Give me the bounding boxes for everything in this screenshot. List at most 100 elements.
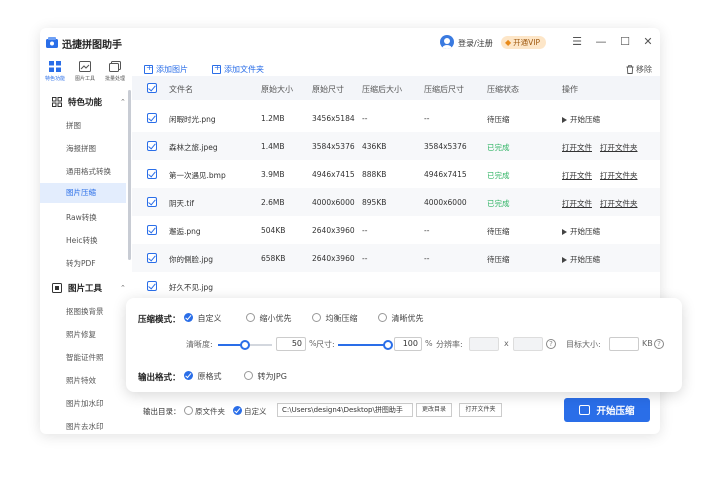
select-all-checkbox[interactable] (147, 83, 157, 93)
table-row[interactable]: 第一次遇见.bmp 3.9MB 4946x7415 888KB 4946x741… (132, 160, 660, 188)
open-folder-link[interactable]: 打开文件夹 (600, 142, 638, 153)
resolution-width-input[interactable] (469, 337, 499, 351)
original-dim: 2640x3960 (312, 226, 355, 235)
title-bar: 迅捷拼图助手 登录/注册 ◆ 开通VIP ☰ — ☐ ✕ (40, 28, 660, 58)
help-icon[interactable]: ? (654, 339, 664, 349)
play-icon (562, 257, 567, 263)
row-checkbox[interactable] (147, 197, 157, 207)
start-compress-button[interactable]: 开始压缩 (564, 398, 650, 422)
mode-custom[interactable]: 自定义 (184, 313, 222, 324)
open-file-link[interactable]: 打开文件 (562, 198, 592, 209)
maximize-icon[interactable]: ☐ (618, 34, 632, 50)
sidebar-item-raw[interactable]: Raw转换 (66, 212, 97, 223)
mode-clarity-first[interactable]: 清晰优先 (378, 313, 424, 324)
open-folder-button[interactable]: 打开文件夹 (459, 403, 502, 417)
image-tool-icon (79, 61, 91, 72)
open-file-link[interactable]: 打开文件 (562, 142, 592, 153)
menu-icon[interactable]: ☰ (570, 34, 584, 50)
row-checkbox[interactable] (147, 253, 157, 263)
option-label: 原文件夹 (195, 407, 225, 416)
play-icon (562, 229, 567, 235)
open-folder-link[interactable]: 打开文件夹 (600, 198, 638, 209)
sidebar-item-effects[interactable]: 照片特效 (66, 375, 96, 386)
login-link[interactable]: 登录/注册 (458, 38, 493, 49)
status: 待压缩 (487, 115, 510, 124)
row-checkbox[interactable] (147, 225, 157, 235)
sidebar-item-collage[interactable]: 拼图 (66, 120, 81, 131)
clarity-input[interactable]: 50 (276, 337, 306, 351)
topnav-image-tools[interactable]: 图片工具 (70, 58, 100, 88)
custom-folder-option[interactable]: 自定义 (233, 406, 267, 417)
table-row[interactable]: 阴天.tif 2.6MB 4000x6000 895KB 4000x6000 已… (132, 188, 660, 216)
original-size: 2.6MB (261, 198, 285, 207)
compressed-size: 895KB (362, 198, 387, 207)
sidebar-item-cutout[interactable]: 抠图换背景 (66, 306, 104, 317)
status: 已完成 (487, 171, 510, 180)
sidebar-scrollbar[interactable] (128, 90, 131, 260)
size-input[interactable]: 100 (394, 337, 422, 351)
user-avatar-icon[interactable] (440, 35, 454, 49)
resolution-height-input[interactable] (513, 337, 543, 351)
table-row[interactable]: 森林之旅.jpeg 1.4MB 3584x5376 436KB 3584x537… (132, 132, 660, 160)
minimize-icon[interactable]: — (594, 34, 608, 50)
mode-small-first[interactable]: 缩小优先 (246, 313, 292, 324)
output-path-input[interactable]: C:\Users\design4\Desktop\拼图助手 (277, 403, 413, 417)
add-image-button[interactable]: 添加图片 (144, 63, 188, 75)
original-dim: 4946x7415 (312, 170, 355, 179)
output-dir-label: 输出目录： (143, 407, 181, 416)
topnav-batch[interactable]: 批量处理 (100, 58, 130, 88)
format-label: 输出格式： (138, 373, 181, 383)
help-icon[interactable]: ? (546, 339, 556, 349)
sidebar-item-pdf[interactable]: 转为PDF (66, 258, 96, 269)
table-row[interactable]: 邂逅.png 504KB 2640x3960 -- -- 待压缩 开始压缩 (132, 216, 660, 244)
change-directory-button[interactable]: 更改目录 (416, 403, 452, 417)
mode-balanced[interactable]: 均衡压缩 (312, 313, 358, 324)
sidebar: 特色功能 ⌃ 拼图 海报拼图 通用格式转换 图片压缩 Raw转换 Heic转换 … (40, 88, 132, 434)
sidebar-item-remove-watermark[interactable]: 图片去水印 (66, 421, 104, 432)
remove-button[interactable]: 移除 (626, 64, 652, 75)
start-compress-action[interactable]: 开始压缩 (562, 254, 600, 265)
sidebar-group-featured[interactable]: 特色功能 ⌃ (52, 95, 126, 109)
row-checkbox[interactable] (147, 281, 157, 291)
topnav-featured[interactable]: 特色功能 (40, 58, 70, 88)
format-jpg[interactable]: 转为JPG (244, 371, 287, 382)
app-logo-icon (46, 37, 58, 48)
start-compress-action[interactable]: 开始压缩 (562, 226, 600, 237)
size-slider[interactable] (338, 340, 393, 350)
close-icon[interactable]: ✕ (641, 34, 655, 50)
clarity-slider-thumb[interactable] (240, 340, 250, 350)
sidebar-item-format-convert[interactable]: 通用格式转换 (66, 166, 111, 177)
add-folder-button[interactable]: 添加文件夹 (212, 63, 264, 75)
sidebar-item-poster[interactable]: 海报拼图 (66, 143, 96, 154)
size-slider-thumb[interactable] (383, 340, 393, 350)
source-folder-option[interactable]: 原文件夹 (184, 406, 225, 417)
sidebar-item-heic[interactable]: Heic转换 (66, 235, 97, 246)
status: 待压缩 (487, 255, 510, 264)
compressed-size: 888KB (362, 170, 387, 179)
table-row[interactable]: 你的側脸.jpg 658KB 2640x3960 -- -- 待压缩 开始压缩 (132, 244, 660, 272)
clarity-slider[interactable] (218, 340, 272, 350)
row-checkbox[interactable] (147, 141, 157, 151)
open-file-link[interactable]: 打开文件 (562, 170, 592, 181)
format-original[interactable]: 原格式 (184, 371, 222, 382)
start-compress-action[interactable]: 开始压缩 (562, 114, 600, 125)
start-compress-label: 开始压缩 (596, 406, 635, 417)
sidebar-item-add-watermark[interactable]: 图片加水印 (66, 398, 104, 409)
table-row[interactable]: 好久不见.jpg (132, 272, 660, 300)
sidebar-group-image-tools[interactable]: 图片工具 ⌃ (52, 281, 126, 295)
action-label: 开始压缩 (570, 227, 600, 236)
open-folder-link[interactable]: 打开文件夹 (600, 170, 638, 181)
format-option-label: 原格式 (197, 372, 222, 381)
target-size-input[interactable] (609, 337, 639, 351)
sidebar-item-repair[interactable]: 照片修复 (66, 329, 96, 340)
sidebar-item-compress[interactable]: 图片压缩 (40, 183, 126, 203)
row-checkbox[interactable] (147, 169, 157, 179)
vip-button[interactable]: ◆ 开通VIP (501, 36, 547, 49)
sidebar-item-id-photo[interactable]: 智能证件照 (66, 352, 104, 363)
table-row[interactable]: 闲暇时光.png 1.2MB 3456x5184 -- -- 待压缩 开始压缩 (132, 104, 660, 132)
target-size-label: 目标大小: (566, 340, 601, 349)
row-checkbox[interactable] (147, 113, 157, 123)
radio-checked-icon (184, 313, 193, 322)
col-filename: 文件名 (169, 85, 193, 94)
output-directory-bar: 输出目录： 原文件夹 自定义 C:\Users\design4\Desktop\… (132, 398, 660, 434)
